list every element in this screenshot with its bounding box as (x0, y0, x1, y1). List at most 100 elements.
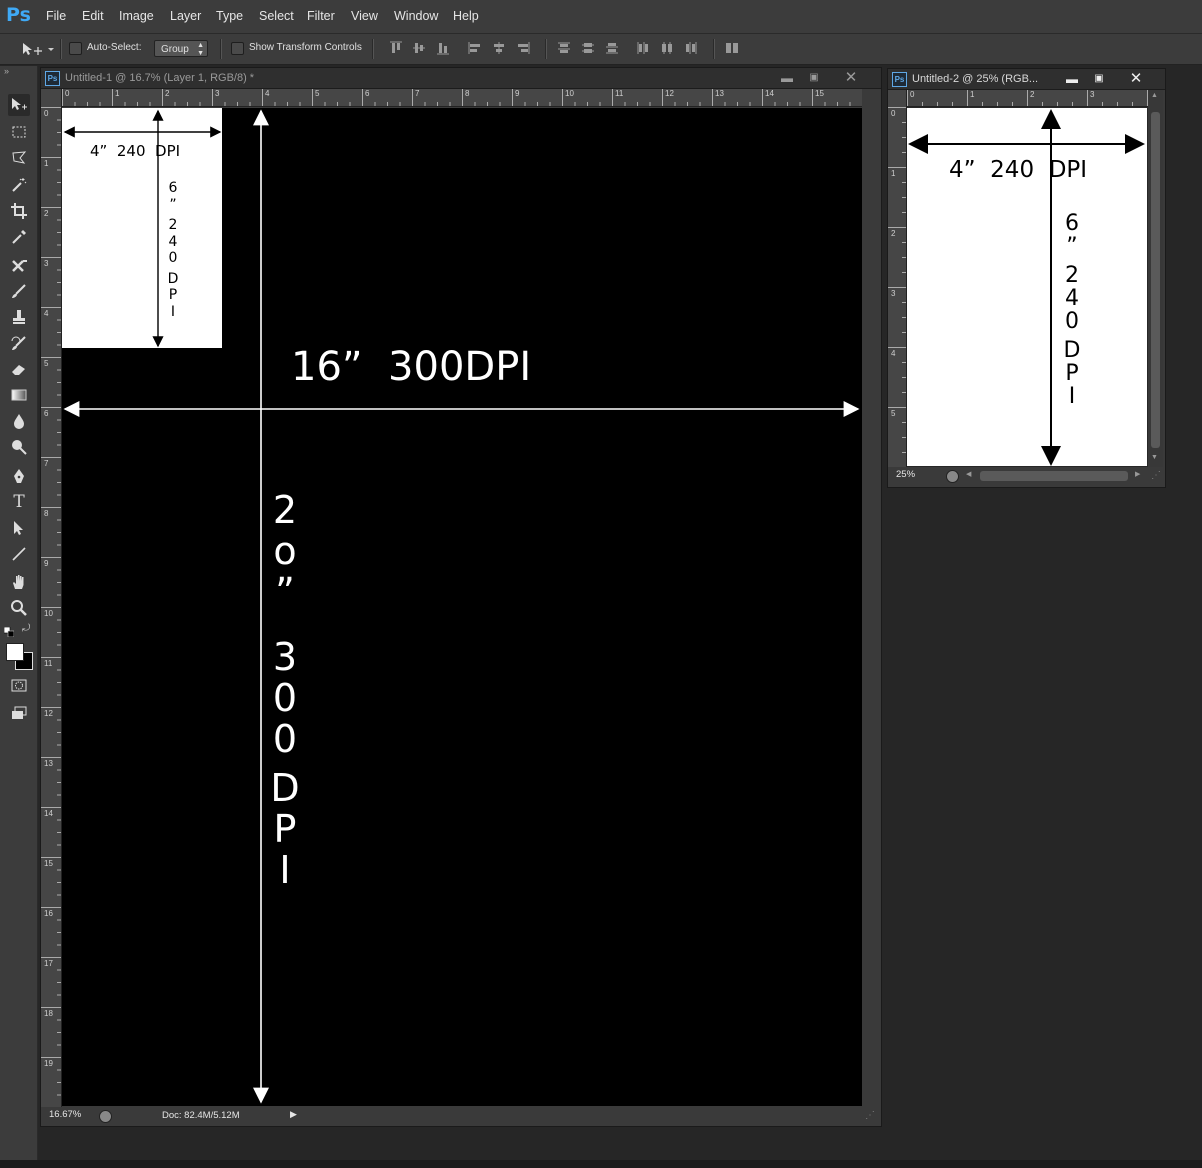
distribute-vertical-centers-icon[interactable] (581, 41, 595, 55)
zoom-level[interactable]: 25% (896, 469, 915, 480)
align-bottom-edges-icon[interactable] (436, 41, 450, 55)
quick-mask-icon[interactable] (8, 674, 30, 696)
auto-select-target-dropdown[interactable]: Group ▲ ▼ (154, 40, 208, 57)
pen-icon[interactable] (8, 465, 30, 487)
document-title-bar[interactable]: Ps Untitled-2 @ 25% (RGB... ▬ ▣ ✕ (888, 69, 1165, 90)
gradient-icon[interactable] (8, 384, 30, 406)
maximize-icon[interactable]: ▣ (805, 70, 823, 86)
align-top-edges-icon[interactable] (389, 41, 403, 55)
maximize-icon[interactable]: ▣ (1090, 71, 1108, 87)
menu-type[interactable]: Type (216, 9, 243, 23)
close-icon[interactable]: ✕ (842, 70, 860, 86)
menu-file[interactable]: File (46, 9, 66, 23)
horizontal-ruler[interactable]: 0 1 2 3 (907, 90, 1148, 107)
horizontal-ruler[interactable]: 0 1 2 3 4 5 6 7 8 9 10 11 12 13 14 15 (62, 89, 862, 107)
horizontal-scrollbar-thumb[interactable] (980, 471, 1128, 481)
document-title-bar[interactable]: Ps Untitled-1 @ 16.7% (Layer 1, RGB/8) *… (41, 68, 881, 89)
menu-edit[interactable]: Edit (82, 9, 104, 23)
ruler-label: 10 (44, 609, 53, 618)
height-label-char: 0 (272, 676, 298, 720)
polygonal-lasso-icon[interactable] (8, 147, 30, 169)
document-canvas[interactable]: 4” 240 DPI 6” 2 4 0 D P I (907, 108, 1147, 466)
distribute-right-edges-icon[interactable] (684, 41, 698, 55)
status-menu-arrow-icon[interactable]: ▶ (290, 1109, 297, 1120)
move-tool-icon[interactable] (8, 94, 30, 116)
scroll-down-icon[interactable]: ▼ (1151, 454, 1158, 461)
foreground-color-swatch[interactable] (6, 643, 24, 661)
ruler-ticks (62, 89, 851, 106)
show-transform-controls-checkbox[interactable] (231, 42, 244, 55)
height-label-char: ” (169, 196, 177, 213)
ruler-label: 18 (44, 1009, 53, 1018)
resize-grip-icon[interactable]: ⋰ (1151, 470, 1161, 481)
clone-stamp-icon[interactable] (8, 306, 30, 328)
align-right-edges-icon[interactable] (516, 41, 530, 55)
brush-icon[interactable] (8, 280, 30, 302)
blur-icon[interactable] (8, 410, 30, 432)
vertical-ruler[interactable]: 0 1 2 3 4 5 6 7 8 9 10 11 12 13 14 15 16 17 18 19 (41, 107, 62, 1107)
move-tool-preset-icon[interactable] (20, 40, 56, 58)
align-left-edges-icon[interactable] (468, 41, 482, 55)
default-colors-icon[interactable] (3, 626, 15, 638)
menu-image[interactable]: Image (119, 9, 154, 23)
menu-help[interactable]: Help (453, 9, 479, 23)
distribute-top-edges-icon[interactable] (557, 41, 571, 55)
magic-wand-icon[interactable] (8, 174, 30, 196)
menu-select[interactable]: Select (259, 9, 294, 23)
scroll-right-icon[interactable]: ▶ (1135, 470, 1140, 478)
height-label-char: 0 (272, 717, 298, 761)
ruler-origin[interactable] (888, 90, 907, 108)
close-icon[interactable]: ✕ (1127, 71, 1145, 87)
separator (372, 39, 374, 59)
resize-grip-icon[interactable]: ⋰ (865, 1110, 875, 1121)
menu-layer[interactable]: Layer (170, 9, 201, 23)
distribute-horizontal-centers-icon[interactable] (660, 41, 674, 55)
ruler-label: 6 (44, 409, 49, 418)
auto-align-layers-icon[interactable] (725, 41, 739, 55)
screen-mode-icon[interactable] (8, 702, 30, 724)
vertical-ruler[interactable]: 0 1 2 3 4 5 (888, 107, 907, 467)
eraser-icon[interactable] (8, 358, 30, 380)
align-vertical-centers-icon[interactable] (412, 41, 426, 55)
minimize-icon[interactable]: ▬ (778, 70, 796, 86)
ruler-label: 1 (44, 159, 49, 168)
path-selection-icon[interactable] (8, 517, 30, 539)
workspace-bottom-edge (0, 1160, 1202, 1168)
ruler-label: 8 (44, 509, 49, 518)
ruler-label: 4 (891, 349, 896, 358)
vertical-scrollbar[interactable]: ▲ ▼ (1148, 90, 1163, 467)
type-icon[interactable]: T (8, 491, 30, 513)
eyedropper-icon[interactable] (8, 226, 30, 248)
hand-icon[interactable] (8, 571, 30, 593)
collapse-panel-icon[interactable]: » (4, 66, 9, 76)
distribute-left-edges-icon[interactable] (636, 41, 650, 55)
crop-icon[interactable] (8, 200, 30, 222)
status-bar-sync-icon[interactable] (946, 470, 959, 483)
distribute-bottom-edges-icon[interactable] (605, 41, 619, 55)
auto-select-checkbox[interactable] (69, 42, 82, 55)
zoom-level[interactable]: 16.67% (49, 1109, 81, 1120)
menu-filter[interactable]: Filter (307, 9, 335, 23)
zoom-icon[interactable] (8, 597, 30, 619)
status-bar-sync-icon[interactable] (99, 1110, 112, 1123)
menu-view[interactable]: View (351, 9, 378, 23)
ruler-ticks (41, 107, 61, 1096)
scroll-left-icon[interactable]: ◀ (966, 470, 971, 478)
align-horizontal-centers-icon[interactable] (492, 41, 506, 55)
history-brush-icon[interactable] (8, 332, 30, 354)
healing-brush-icon[interactable] (8, 254, 30, 276)
line-icon[interactable] (8, 543, 30, 565)
ruler-origin[interactable] (41, 89, 62, 108)
ruler-label: 0 (44, 109, 49, 118)
scrollbar-thumb[interactable] (1151, 112, 1160, 448)
document-canvas[interactable]: 4” 240 DPI 6” 2 4 0 D P I 16” 300DPI 2 o” 3 0 0 D P I (62, 108, 862, 1106)
dodge-icon[interactable] (8, 436, 30, 458)
minimize-icon[interactable]: ▬ (1063, 71, 1081, 87)
swap-colors-icon[interactable]: ⤾ (22, 623, 30, 634)
menu-window[interactable]: Window (394, 9, 438, 23)
ruler-label: 2 (1030, 90, 1035, 99)
scroll-up-icon[interactable]: ▲ (1151, 92, 1158, 99)
status-bar: 16.67% Doc: 82.4M/5.12M ▶ ⋰ (41, 1107, 879, 1125)
document-size[interactable]: Doc: 82.4M/5.12M (162, 1110, 240, 1121)
rectangular-marquee-icon[interactable] (8, 121, 30, 143)
